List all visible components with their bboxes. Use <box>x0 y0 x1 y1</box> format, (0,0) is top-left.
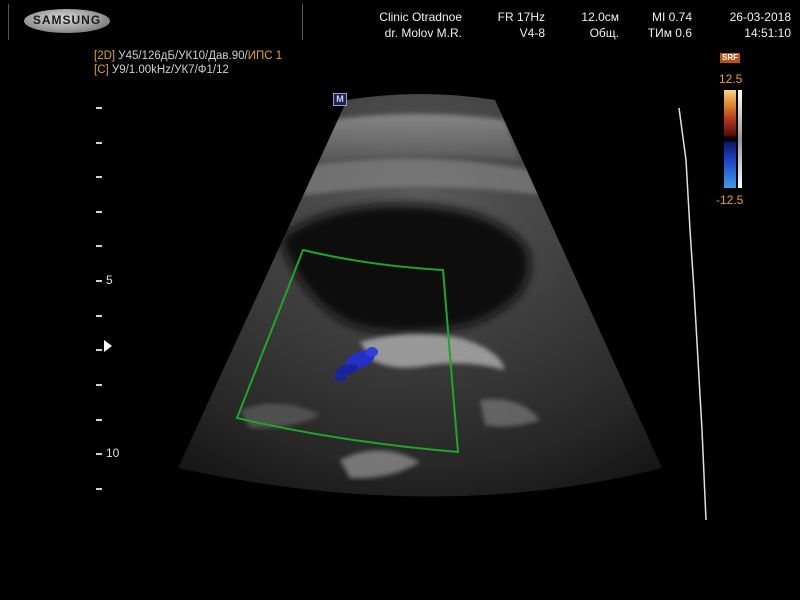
clinic-name: Clinic Otradnoe <box>379 10 462 24</box>
params-2d-tail: ИПС 1 <box>247 50 283 62</box>
focus-arrow-icon <box>104 340 112 352</box>
depth-label-5: 5 <box>106 273 113 287</box>
params-color: [C] У9/1.00kHz/УК7/Ф1/12 <box>94 64 229 77</box>
ultrasound-image <box>178 94 707 521</box>
scale-min-label: -12.5 <box>716 193 744 207</box>
header-bar: SAMSUNG Clinic Otradnoe dr. Molov M.R. F… <box>0 0 800 46</box>
scale-max-label: 12.5 <box>719 72 743 86</box>
thermal-index: TИм 0.6 <box>647 26 692 40</box>
preset-name: Общ. <box>589 26 619 40</box>
orientation-marker: M <box>333 93 347 106</box>
depth-tick <box>96 142 102 144</box>
tgc-curve <box>678 107 707 521</box>
depth-tick <box>96 384 102 386</box>
params-color-text: У9/1.00kHz/УК7/Ф1/12 <box>108 64 229 76</box>
depth-tick <box>96 245 102 247</box>
depth-tick <box>96 349 102 351</box>
doctor-name: dr. Molov M.R. <box>384 26 462 40</box>
depth-tick <box>96 453 102 455</box>
exam-time: 14:51:10 <box>744 26 791 40</box>
color-bar-gray <box>738 90 742 188</box>
mode-tag-color: [C] <box>94 64 109 76</box>
depth-tick <box>96 176 102 178</box>
mode-tag-2d: [2D] <box>94 50 116 62</box>
params-2d: [2D] У45/126дБ/УК10/Дав.90/ИПС 1 <box>94 50 282 63</box>
depth-tick <box>96 107 102 109</box>
separator <box>8 4 9 40</box>
samsung-logo: SAMSUNG <box>24 9 114 35</box>
depth-tick <box>96 488 102 490</box>
srf-badge: SRF <box>720 53 740 63</box>
color-bar <box>724 90 736 188</box>
separator <box>302 4 303 40</box>
probe-name: V4-8 <box>519 26 545 40</box>
params-2d-text: У45/126дБ/УК10/Дав.90/ <box>115 50 248 62</box>
depth-tick <box>96 419 102 421</box>
depth-tick <box>96 315 102 317</box>
depth-tick <box>96 211 102 213</box>
exam-date: 26-03-2018 <box>729 10 791 24</box>
depth-value: 12.0см <box>581 10 619 24</box>
depth-tick <box>96 280 102 282</box>
frame-rate: FR 17Hz <box>497 10 545 24</box>
depth-label-10: 10 <box>106 446 120 460</box>
mechanical-index: MI 0.74 <box>651 10 692 24</box>
